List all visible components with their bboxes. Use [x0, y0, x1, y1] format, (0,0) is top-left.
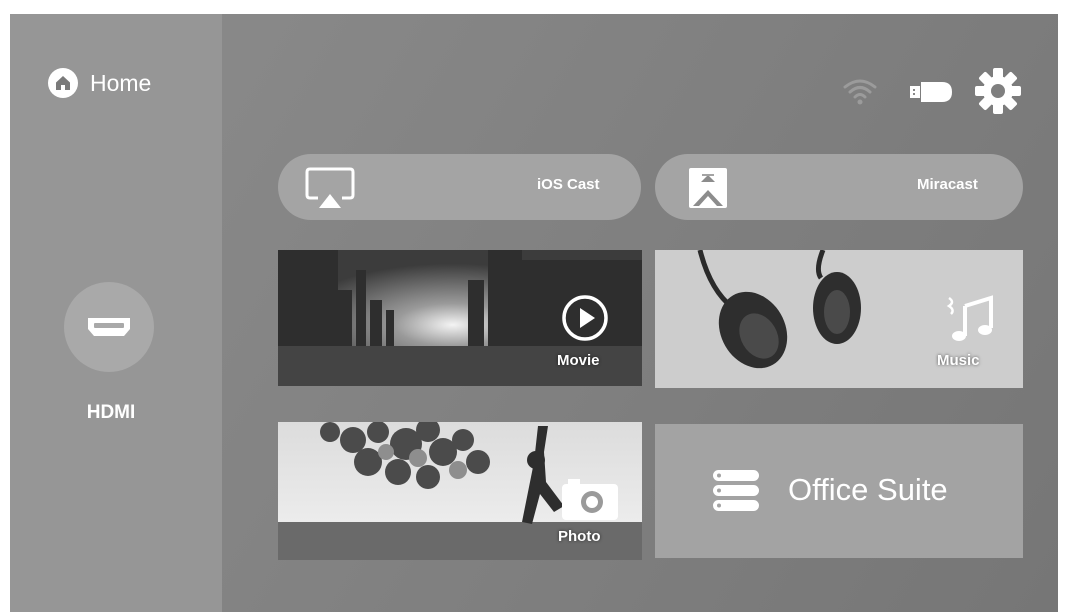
music-tile[interactable]: Music: [655, 250, 1023, 388]
photo-label: Photo: [558, 528, 601, 545]
wifi-icon: [840, 74, 880, 110]
music-note-icon: [946, 295, 993, 341]
ios-cast-label: iOS Cast: [537, 176, 600, 193]
movie-tile[interactable]: Movie: [278, 250, 642, 386]
settings-gear-icon[interactable]: [970, 66, 1026, 116]
play-icon: [562, 295, 608, 341]
document-stack-icon: [713, 470, 759, 511]
movie-label: Movie: [557, 352, 600, 369]
camera-icon: [562, 479, 618, 520]
miracast-label: Miracast: [917, 176, 978, 193]
launcher-screen: Home HDMI iOS Cast Miracast Movie Music …: [10, 14, 1058, 612]
usb-drive-icon[interactable]: [906, 74, 958, 110]
miracast-icon: [689, 168, 727, 208]
hdmi-input-button[interactable]: [64, 282, 154, 372]
hdmi-icon: [88, 318, 130, 336]
office-suite-label: Office Suite: [788, 472, 948, 507]
home-button[interactable]: Home: [48, 66, 151, 100]
miracast-button[interactable]: Miracast: [655, 154, 1023, 220]
sidebar: Home HDMI: [10, 14, 222, 612]
airplay-icon: [305, 167, 355, 208]
home-icon: [48, 68, 78, 98]
music-label: Music: [937, 352, 980, 369]
ios-cast-button[interactable]: iOS Cast: [278, 154, 641, 220]
hdmi-label: HDMI: [86, 402, 136, 423]
office-suite-tile[interactable]: Office Suite: [655, 424, 1023, 558]
photo-tile[interactable]: Photo: [278, 422, 642, 560]
home-label: Home: [90, 69, 152, 96]
